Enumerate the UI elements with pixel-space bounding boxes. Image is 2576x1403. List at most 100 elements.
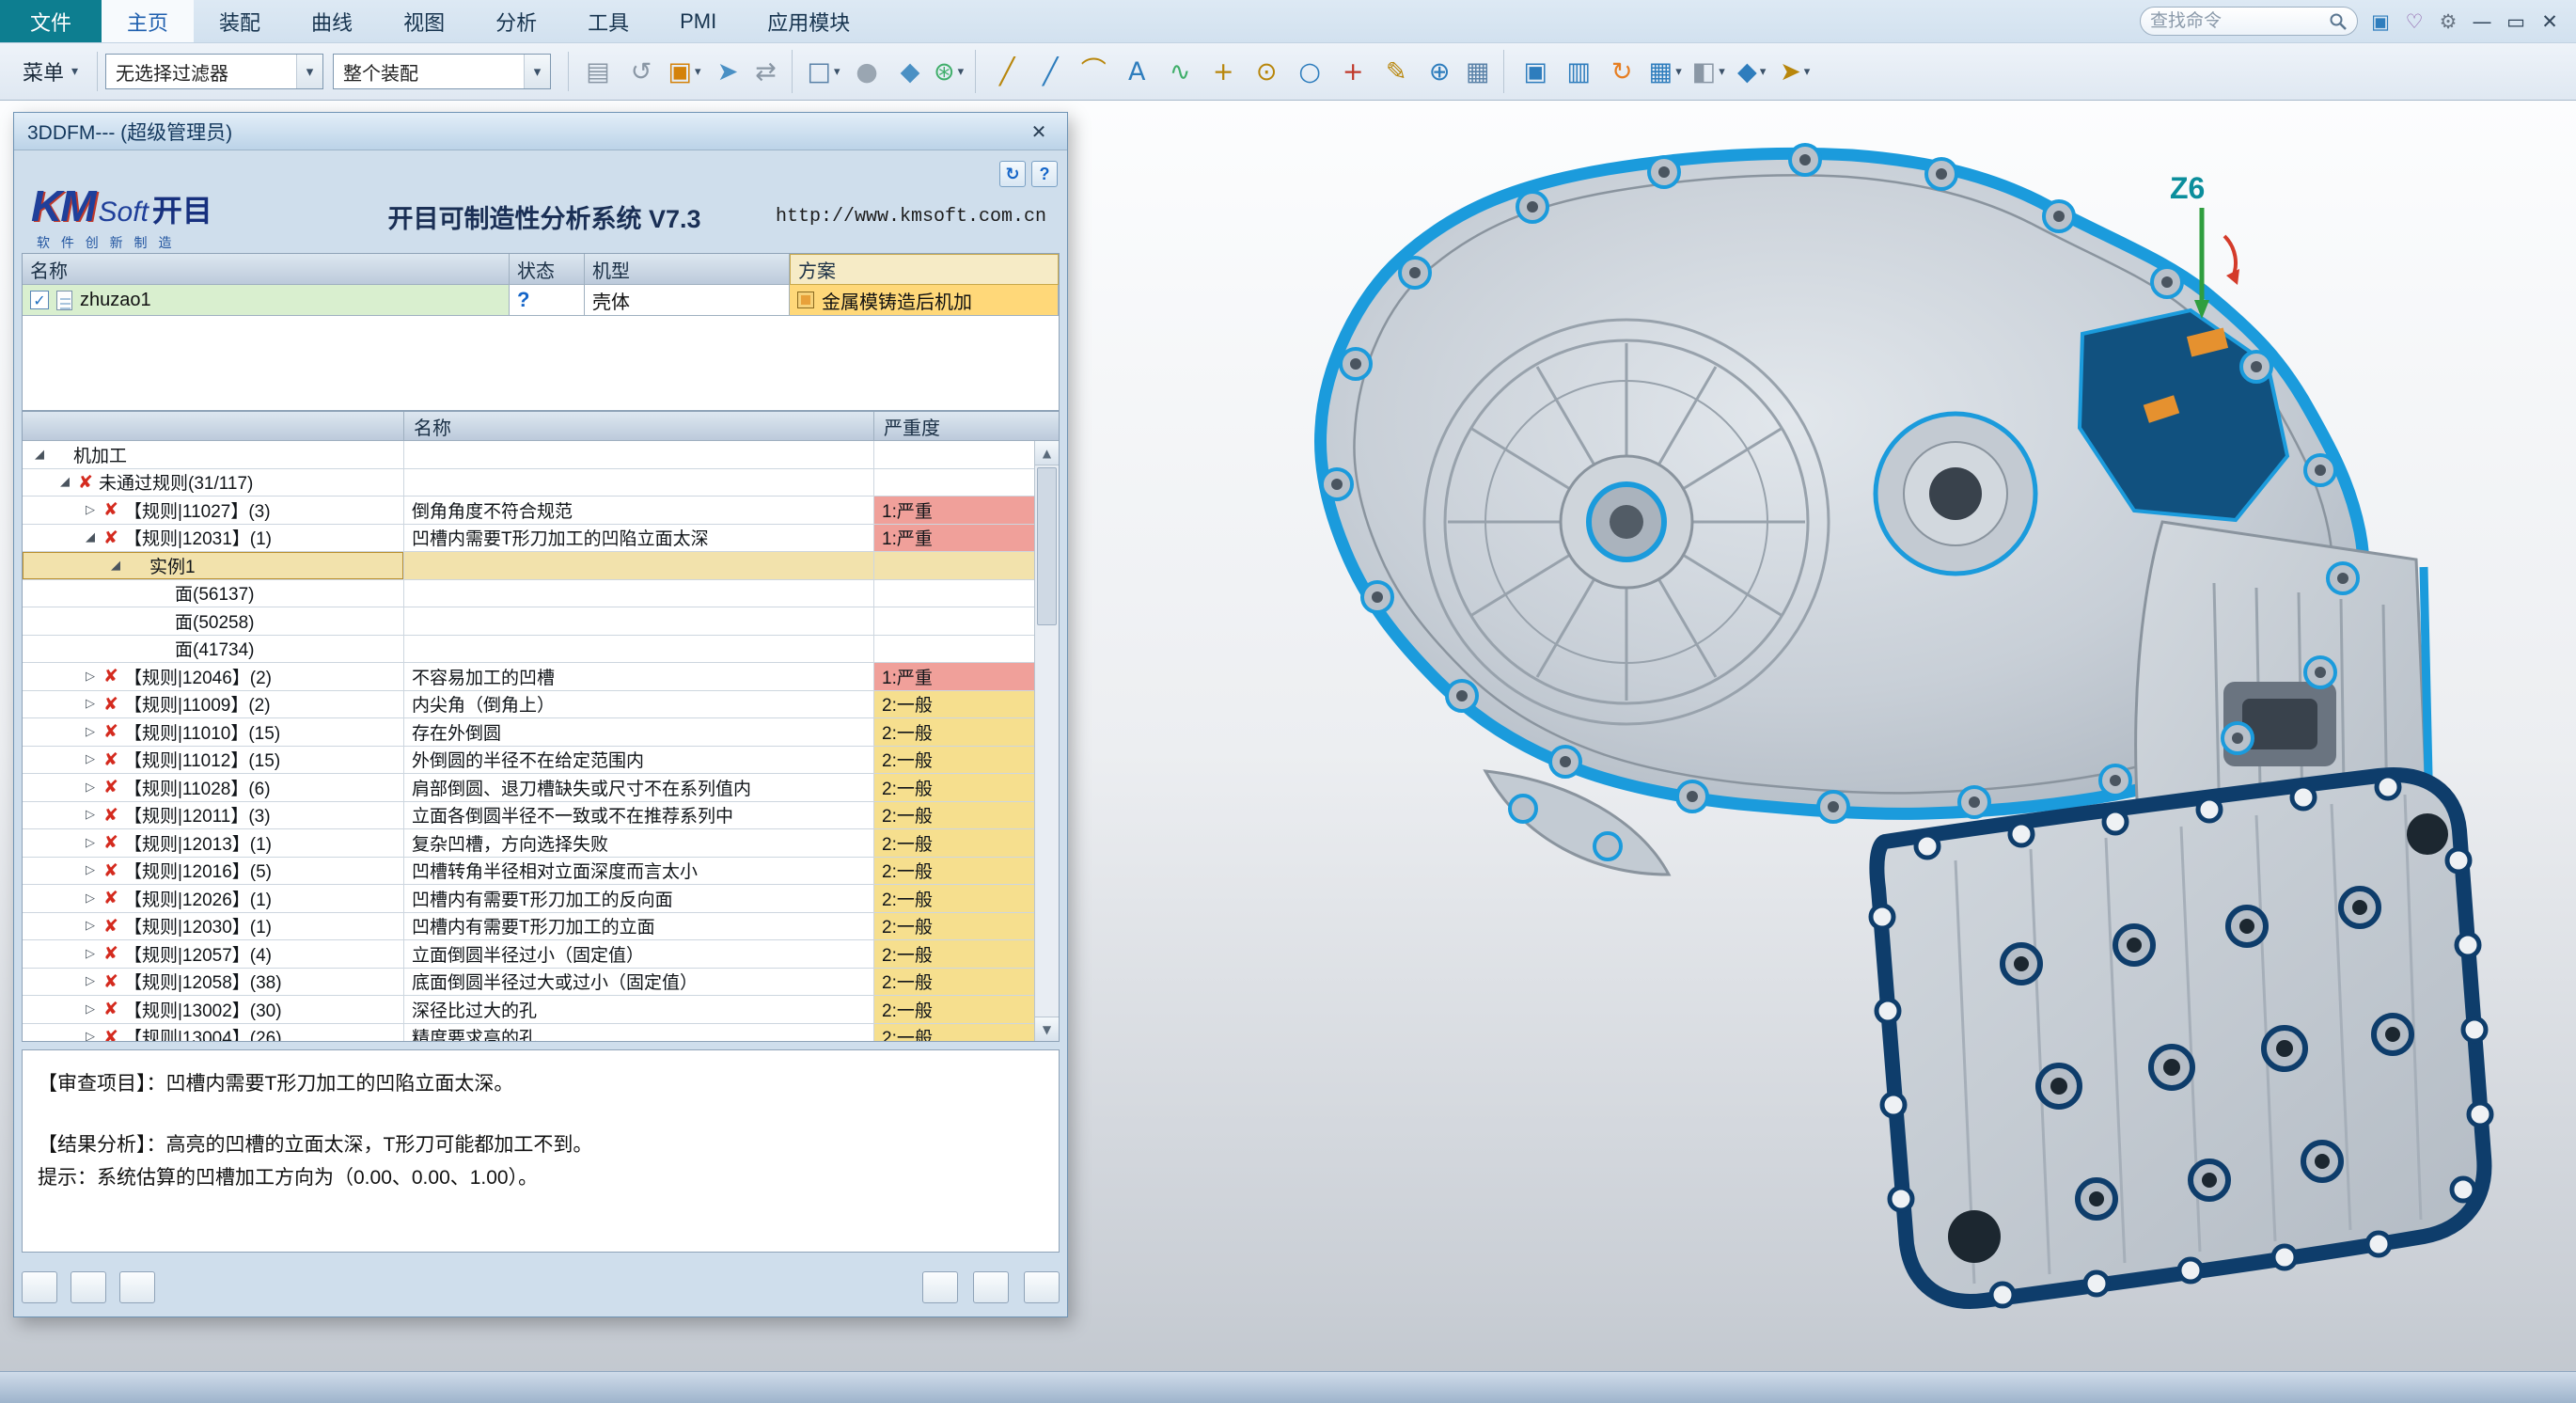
expander-icon[interactable]: ▷ — [81, 808, 100, 822]
icon-dropdown-caret[interactable]: ▾ — [1675, 66, 1682, 78]
tree-row[interactable]: ▷ ✘ 【规则|11009】(2) 内尖角（倒角上） 2:一般 — [23, 691, 1034, 719]
menu-button[interactable]: 菜单 ▾ — [11, 51, 89, 92]
dfm-dialog: 3DDFM--- (超级管理员) ✕ ↻ ? KM Soft 开目 软 件 创 … — [13, 112, 1068, 1317]
tree-cell: ▷ ✘ 【规则|11012】(15) — [23, 747, 404, 775]
ribbon-tab[interactable]: 主页 — [102, 0, 194, 42]
tree-row[interactable]: ▷ ✘ 【规则|13004】(26) 精度要求高的孔 2:一般 — [23, 1024, 1034, 1042]
tree-cell: ▷ ✘ 【规则|11028】(6) — [23, 774, 404, 802]
tree-scrollbar[interactable]: ▲ ▼ — [1034, 441, 1059, 1041]
fail-icon: ✘ — [100, 528, 122, 548]
icon-dropdown-caret[interactable]: ▾ — [958, 66, 965, 78]
expander-icon[interactable]: ▷ — [81, 836, 100, 850]
ribbon-tab[interactable]: 装配 — [194, 0, 286, 42]
expander-icon[interactable]: ◢ — [106, 559, 125, 573]
tree-row[interactable]: ✘ 面(56137) — [23, 580, 1034, 608]
icon-dropdown-caret[interactable]: ▾ — [695, 66, 701, 78]
expander-icon[interactable]: ▷ — [81, 974, 100, 988]
ribbon-tab[interactable]: PMI — [654, 0, 742, 42]
part-checkbox[interactable]: ✓ — [30, 291, 49, 309]
fail-icon: ✘ — [100, 999, 122, 1019]
icon-dropdown-caret[interactable]: ▾ — [1760, 66, 1767, 78]
expander-icon[interactable]: ▷ — [81, 1002, 100, 1017]
tree-row[interactable]: ▷ ✘ 【规则|11028】(6) 肩部倒圆、退刀槽缺失或尺寸不在系列值内 2:… — [23, 774, 1034, 802]
scroll-down-icon[interactable]: ▼ — [1035, 1017, 1059, 1041]
tree-row[interactable]: ▷ ✘ 【规则|11012】(15) 外倒圆的半径不在给定范围内 2:一般 — [23, 747, 1034, 775]
fail-icon: ✘ — [100, 499, 122, 520]
command-finder[interactable] — [2140, 7, 2358, 36]
expander-icon[interactable]: ▷ — [81, 725, 100, 739]
part-scheme-cell[interactable]: 金属模铸造后机加 — [790, 285, 1059, 316]
tree-row[interactable]: ▷ ✘ 【规则|12046】(2) 不容易加工的凹槽 1:严重 — [23, 663, 1034, 691]
tree-row[interactable]: ◢ ✘ 未通过规则(31/117) — [23, 469, 1034, 497]
search-input[interactable] — [2150, 11, 2329, 32]
ribbon-tab[interactable]: 视图 — [378, 0, 470, 42]
tree-row[interactable]: ▷ ✘ 【规则|12057】(4) 立面倒圆半径过小（固定值） 2:一般 — [23, 940, 1034, 969]
tree-row[interactable]: ▷ ✘ 【规则|12011】(3) 立面各倒圆半径不一致或不在推荐系列中 2:一… — [23, 802, 1034, 830]
tree-row[interactable]: ✘ 面(41734) — [23, 636, 1034, 664]
selection-scope-combo[interactable]: 整个装配 ▾ — [333, 54, 551, 89]
chevron-down-icon[interactable]: ▾ — [296, 55, 322, 88]
toolbar-separator — [97, 52, 98, 91]
tree-row[interactable]: ▷ ✘ 【规则|12058】(38) 底面倒圆半径过大或过小（固定值） 2:一般 — [23, 969, 1034, 997]
expander-icon[interactable]: ▷ — [81, 919, 100, 933]
ribbon-tab[interactable]: 工具 — [562, 0, 654, 42]
part-row[interactable]: ✓ zhuzao1 ? 壳体 金属模铸造后机加 — [23, 285, 1059, 316]
tree-row[interactable]: ◢ ✘ 【规则|12031】(1) 凹槽内需要T形刀加工的凹陷立面太深 1:严重 — [23, 525, 1034, 553]
tree-row[interactable]: ▷ ✘ 【规则|11010】(15) 存在外倒圆 2:一般 — [23, 718, 1034, 747]
tree-row[interactable]: ✘ 面(50258) — [23, 607, 1034, 636]
help-icon[interactable]: ? — [1031, 161, 1058, 187]
3d-model[interactable]: Z6 — [1081, 118, 2548, 1368]
tree-row[interactable]: ▷ ✘ 【规则|12013】(1) 复杂凹槽，方向选择失败 2:一般 — [23, 829, 1034, 858]
tree-node-label: 实例1 — [148, 553, 196, 578]
expander-icon[interactable]: ▷ — [81, 752, 100, 766]
icon-dropdown-caret[interactable]: ▾ — [1719, 66, 1725, 78]
tree-row[interactable]: ◢ ✘ 实例1 — [23, 552, 1034, 580]
dialog-title-bar[interactable]: 3DDFM--- (超级管理员) ✕ — [14, 113, 1067, 150]
chevron-down-icon[interactable]: ▾ — [524, 55, 550, 88]
rule-name-cell: 内尖角（倒角上） — [404, 691, 874, 719]
expander-icon[interactable]: ▷ — [81, 697, 100, 711]
ribbon-tab[interactable]: 分析 — [470, 0, 562, 42]
ribbon-tab[interactable]: 曲线 — [286, 0, 378, 42]
update-icon[interactable]: ↻ — [999, 161, 1026, 187]
tree-row[interactable]: ▷ ✘ 【规则|11027】(3) 倒角角度不符合规范 1:严重 — [23, 497, 1034, 525]
severity-cell: 2:一般 — [874, 802, 1034, 830]
ribbon-tab[interactable]: 应用模块 — [742, 0, 875, 42]
tree-node-label: 【规则|12046】(2) — [122, 664, 272, 689]
expander-icon[interactable]: ▷ — [81, 503, 100, 517]
fail-icon: ✘ — [100, 888, 122, 908]
severity-cell: 1:严重 — [874, 663, 1034, 691]
expander-icon[interactable]: ◢ — [30, 448, 49, 462]
icon-dropdown-caret[interactable]: ▾ — [1804, 66, 1811, 78]
scroll-up-icon[interactable]: ▲ — [1035, 441, 1059, 465]
selection-filter-combo[interactable]: 无选择过滤器 ▾ — [105, 54, 323, 89]
ribbon-tab[interactable]: 文件 — [0, 0, 102, 42]
tree-row[interactable]: ◢ ✘ 机加工 — [23, 441, 1034, 469]
analysis-details: 【审查项目】：凹槽内需要T形刀加工的凹陷立面太深。 【结果分析】：高亮的凹槽的立… — [22, 1049, 1060, 1253]
expander-icon[interactable]: ▷ — [81, 863, 100, 877]
tree-row[interactable]: ▷ ✘ 【规则|13002】(30) 深径比过大的孔 2:一般 — [23, 996, 1034, 1024]
rule-name-cell: 精度要求高的孔 — [404, 1024, 874, 1042]
tree-node-label: 【规则|11012】(15) — [122, 747, 280, 772]
icon-glyph: ⇄ — [755, 59, 777, 85]
icon-dropdown-caret[interactable]: ▾ — [834, 66, 840, 78]
rule-name-cell — [404, 552, 874, 580]
tree-cell: ▷ ✘ 【规则|12046】(2) — [23, 663, 404, 691]
expander-icon[interactable]: ◢ — [55, 475, 74, 489]
expander-icon[interactable]: ▷ — [81, 947, 100, 961]
tree-row[interactable]: ▷ ✘ 【规则|12026】(1) 凹槽内有需要T形刀加工的反向面 2:一般 — [23, 885, 1034, 913]
severity-cell: 2:一般 — [874, 747, 1034, 775]
close-icon[interactable]: ✕ — [1024, 118, 1054, 146]
expander-icon[interactable]: ◢ — [81, 530, 100, 544]
hint-line: 提示：系统估算的凹槽加工方向为（0.00、0.00、1.00）。 — [38, 1161, 1044, 1194]
rule-name-cell — [404, 636, 874, 664]
expander-icon[interactable]: ▷ — [81, 891, 100, 906]
rule-name-cell: 不容易加工的凹槽 — [404, 663, 874, 691]
tree-row[interactable]: ▷ ✘ 【规则|12030】(1) 凹槽内有需要T形刀加工的立面 2:一般 — [23, 913, 1034, 941]
severity-cell — [874, 469, 1034, 497]
expander-icon[interactable]: ▷ — [81, 780, 100, 795]
expander-icon[interactable]: ▷ — [81, 670, 100, 684]
scrollbar-thumb[interactable] — [1037, 467, 1057, 625]
expander-icon[interactable]: ▷ — [81, 1030, 100, 1041]
tree-row[interactable]: ▷ ✘ 【规则|12016】(5) 凹槽转角半径相对立面深度而言太小 2:一般 — [23, 858, 1034, 886]
